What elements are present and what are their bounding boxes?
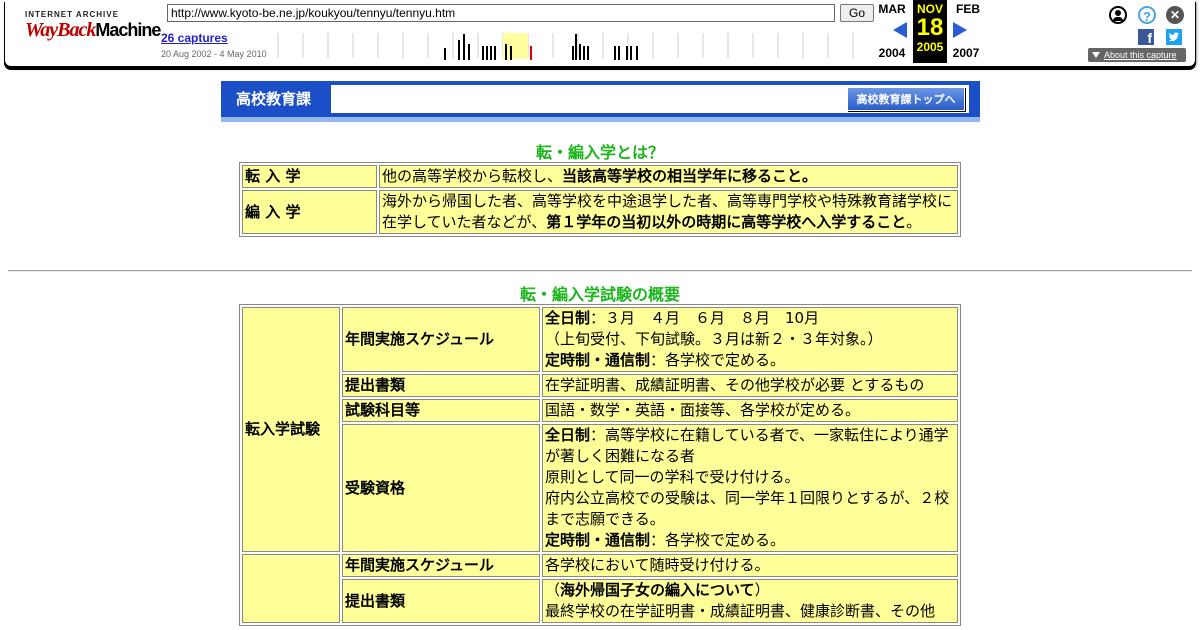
subjects-text: 国語・数学・英語・面接等、各学校が定める。 bbox=[542, 399, 958, 422]
group-label-enrollment-exam bbox=[242, 554, 340, 623]
current-capture-date: NOV 18 2005 bbox=[913, 0, 947, 63]
eligibility-same-course: 原則として同一の学科で受け付ける。 bbox=[545, 468, 800, 486]
captures-link[interactable]: 26 captures bbox=[161, 31, 228, 45]
sparkline-captures bbox=[444, 34, 638, 60]
logo-wayback: WayBack bbox=[25, 19, 96, 41]
eligibility-text: 全日制：高等学校に在籍している者で、一家転住により通学が著しく困難になる者 原則… bbox=[542, 424, 958, 552]
row-label: 転 入 学 bbox=[242, 165, 377, 188]
eligibility-label: 受験資格 bbox=[342, 424, 540, 552]
schedule-text: 全日制：３月 ４月 ６月 ８月 10月 （上旬受付、下旬試験。３月は新２・３年対… bbox=[542, 307, 958, 372]
docs-returnee-link[interactable]: 海外帰国子女の編入について bbox=[560, 581, 755, 599]
prev-capture-arrow-icon[interactable] bbox=[893, 22, 907, 38]
schedule-parttime-text: ：各学校で定める。 bbox=[650, 351, 786, 369]
next-year-link[interactable]: 2007 bbox=[949, 46, 983, 60]
current-day: 18 bbox=[916, 14, 944, 41]
banner-inner: 高校教育課 高校教育課トップへ bbox=[231, 85, 969, 113]
docs-label: 提出書類 bbox=[342, 579, 540, 623]
wayback-logo[interactable]: INTERNET ARCHIVE WayBackMachine bbox=[25, 10, 161, 50]
row-text-tail: 。 bbox=[906, 213, 922, 231]
next-capture-arrow-icon[interactable] bbox=[953, 22, 967, 38]
fulltime-label: 全日制 bbox=[545, 426, 591, 444]
prev-year-link[interactable]: 2004 bbox=[875, 46, 909, 60]
table-row: 編 入 学 海外から帰国した者、高等学校を中途退学した者、高等専門学校や特殊教育… bbox=[242, 190, 958, 234]
row-text-bold: 当該高等学校の相当学年に移ること。 bbox=[562, 167, 818, 185]
banner-title: 高校教育課 bbox=[231, 85, 331, 113]
docs-paren-close: ） bbox=[754, 581, 770, 599]
docs-text: （海外帰国子女の編入について） 最終学校の在学証明書・成績証明書、健康診断書、そ… bbox=[542, 579, 958, 623]
table-row: 年間実施スケジュール 各学校において随時受け付ける。 bbox=[242, 554, 958, 623]
user-icon[interactable] bbox=[1109, 6, 1127, 24]
capture-date-range: 20 Aug 2002 - 4 May 2010 bbox=[161, 49, 267, 59]
eligibility-limit: 府内公立高校での受験は、同一学年１回限りとするが、２校まで志願できる。 bbox=[545, 489, 950, 528]
schedule-text: 各学校において随時受け付ける。 bbox=[542, 554, 958, 577]
prev-month-link[interactable]: MAR bbox=[877, 2, 907, 16]
top-page-button[interactable]: 高校教育課トップへ bbox=[847, 87, 965, 111]
logo-machine: Machine bbox=[95, 20, 161, 40]
table-row: 提出書類 在学証明書、成績証明書、その他学校が必要 とするもの bbox=[242, 374, 958, 397]
row-text-normal: 他の高等学校から転校し、 bbox=[382, 167, 563, 185]
help-icon[interactable]: ? bbox=[1138, 6, 1156, 24]
section-heading-overview: 転・編入学試験の概要 bbox=[519, 285, 680, 304]
schedule-note: （上旬受付、下旬試験。３月は新２・３年対象。） bbox=[545, 330, 883, 348]
docs-list: 最終学校の在学証明書・成績証明書、健康診断書、その他 bbox=[545, 602, 936, 620]
go-button[interactable]: Go bbox=[840, 4, 874, 22]
sparkline-year-dividers bbox=[277, 33, 854, 58]
section-divider bbox=[8, 270, 1192, 272]
schedule-months: ：３月 ４月 ６月 ８月 10月 bbox=[590, 309, 820, 327]
current-year: 2005 bbox=[916, 40, 944, 54]
schedule-label: 年間実施スケジュール bbox=[342, 307, 540, 372]
twitter-icon[interactable] bbox=[1166, 29, 1182, 45]
table-row: 試験科目等 国語・数学・英語・面接等、各学校が定める。 bbox=[242, 399, 958, 422]
row-label: 編 入 学 bbox=[242, 190, 377, 234]
facebook-icon[interactable]: f bbox=[1138, 29, 1154, 46]
table-row: 受験資格 全日制：高等学校に在籍している者で、一家転住により通学が著しく困難にな… bbox=[242, 424, 958, 552]
table-row: 転入学試験 年間実施スケジュール 全日制：３月 ４月 ６月 ８月 10月 （上旬… bbox=[242, 307, 958, 552]
close-icon[interactable]: ✕ bbox=[1166, 6, 1184, 24]
caret-down-icon bbox=[1092, 52, 1100, 58]
table-row: 転 入 学 他の高等学校から転校し、当該高等学校の相当学年に移ること。 bbox=[242, 165, 958, 188]
row-text-bold: 第１学年の当初以外の時期に高等学校へ入学すること bbox=[546, 213, 907, 231]
about-capture-button[interactable]: About this capture bbox=[1088, 48, 1186, 62]
docs-text: 在学証明書、成績証明書、その他学校が必要 とするもの bbox=[542, 374, 958, 397]
docs-paren-open: （ bbox=[545, 581, 561, 599]
page-banner: 高校教育課 高校教育課トップへ bbox=[221, 81, 980, 122]
subjects-label: 試験科目等 bbox=[342, 399, 540, 422]
overview-table: 転入学試験 年間実施スケジュール 全日制：３月 ４月 ６月 ８月 10月 （上旬… bbox=[239, 304, 961, 626]
schedule-label: 年間実施スケジュール bbox=[342, 554, 540, 577]
definition-table: 転 入 学 他の高等学校から転校し、当該高等学校の相当学年に移ること。 編 入 … bbox=[239, 162, 961, 237]
group-label-transfer-exam: 転入学試験 bbox=[242, 307, 340, 552]
section-heading-transfer: 転・編入学とは？ bbox=[535, 143, 664, 162]
wayback-toolbar: INTERNET ARCHIVE WayBackMachine http://w… bbox=[5, 0, 1195, 66]
parttime-label: 定時制・通信制 bbox=[545, 531, 651, 549]
parttime-label: 定時制・通信制 bbox=[545, 351, 651, 369]
docs-label: 提出書類 bbox=[342, 374, 540, 397]
twitter-bird-glyph bbox=[1168, 32, 1179, 42]
next-month-link[interactable]: FEB bbox=[953, 2, 983, 16]
url-input[interactable]: http://www.kyoto-be.ne.jp/koukyou/tennyu… bbox=[167, 4, 835, 22]
capture-sparkline[interactable] bbox=[273, 30, 873, 60]
logo-main-text: WayBackMachine bbox=[25, 19, 161, 41]
eligibility-parttime-text: ：各学校で定める。 bbox=[650, 531, 786, 549]
row-text: 海外から帰国した者、高等学校を中途退学した者、高等専門学校や特殊教育諸学校に在学… bbox=[379, 190, 958, 234]
banner-underline bbox=[221, 117, 980, 122]
about-capture-label: About this capture bbox=[1104, 50, 1177, 60]
eligibility-fulltime-text: ：高等学校に在籍している者で、一家転住により通学が著しく困難になる者 bbox=[545, 426, 949, 465]
fulltime-label: 全日制 bbox=[545, 309, 591, 327]
row-text: 他の高等学校から転校し、当該高等学校の相当学年に移ること。 bbox=[379, 165, 958, 188]
logo-top-text: INTERNET ARCHIVE bbox=[25, 10, 119, 19]
table-row: 提出書類 （海外帰国子女の編入について） 最終学校の在学証明書・成績証明書、健康… bbox=[242, 579, 958, 623]
